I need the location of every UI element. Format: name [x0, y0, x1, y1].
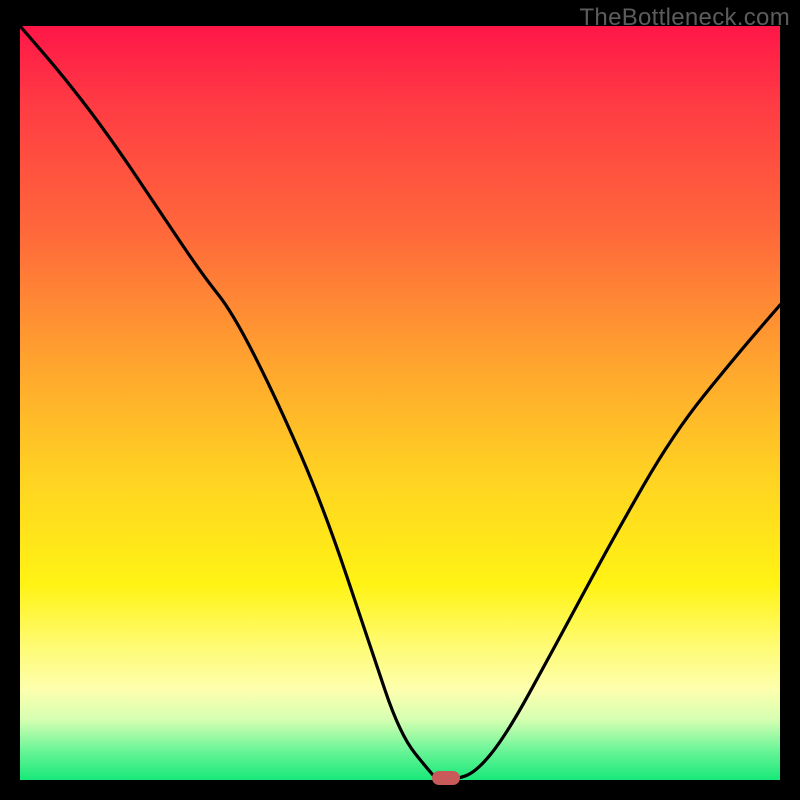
plot-area — [20, 26, 780, 780]
chart-frame: TheBottleneck.com — [0, 0, 800, 800]
curve-svg — [20, 26, 780, 780]
bottleneck-curve — [20, 26, 780, 780]
bottleneck-marker — [432, 771, 460, 785]
